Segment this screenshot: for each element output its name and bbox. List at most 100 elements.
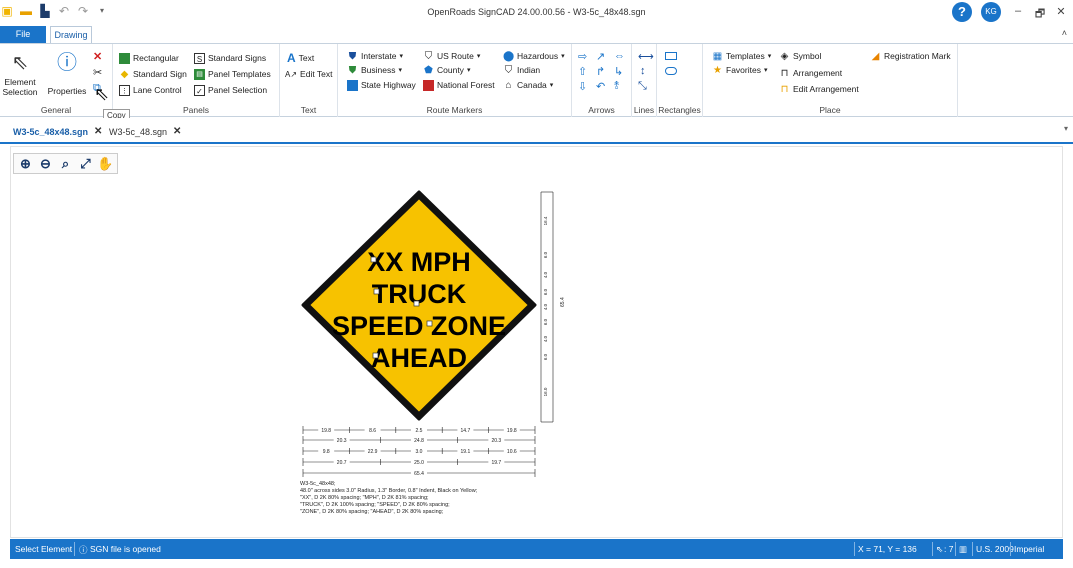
diagonal-line-icon[interactable]: ⤡ — [638, 79, 647, 93]
snap-cursor-icon[interactable]: ⇖ — [936, 544, 943, 555]
national-forest-icon — [423, 79, 434, 91]
warning-sign[interactable]: XX MPH TRUCK SPEED ZONE AHEAD — [301, 190, 537, 421]
edit-arrangement-button[interactable]: ⊓ Edit Arrangement — [779, 82, 859, 96]
standard-sign-button[interactable]: ◆ Standard Sign — [119, 67, 187, 81]
horizontal-dim-label: 25.0 — [414, 460, 424, 466]
properties-button[interactable]: ⓘ Properties — [44, 52, 90, 96]
doc-tab-second[interactable]: W3-5c_48.sgn ✕ — [109, 126, 181, 137]
arrangement-button[interactable]: ⊓ Arrangement — [779, 66, 843, 80]
ribbon-collapse-button[interactable]: ˄ — [1062, 28, 1067, 38]
arrow-down-icon[interactable]: ⇩ — [578, 79, 587, 93]
doc-tab-active[interactable]: W3-5c_48x48.sgn ✕ — [13, 126, 102, 137]
arrow-curve-right-icon[interactable]: ↱ — [596, 64, 605, 78]
hazardous-icon: ⬤ — [503, 50, 515, 62]
registration-mark-button[interactable]: ◢ Registration Mark — [870, 49, 951, 63]
us-route-shield-icon: ⛉ — [424, 50, 433, 62]
restore-button[interactable]: 🗗 — [1034, 5, 1046, 24]
standard-signs-button[interactable]: S Standard Signs — [194, 51, 266, 65]
arrow-turn-icon[interactable]: ↳ — [614, 64, 623, 78]
close-icon[interactable]: ✕ — [173, 126, 181, 137]
favorites-icon: ★ — [713, 64, 722, 76]
selection-handle[interactable] — [372, 352, 379, 359]
minimize-button[interactable]: – — [1012, 5, 1024, 17]
rectangle-icon[interactable] — [665, 49, 677, 63]
sign-notes: W3-5c_48x48; 48.0" across sides 3.0" Rad… — [300, 481, 477, 516]
horizontal-dim-label: 19.8 — [507, 428, 517, 434]
panel-selection-button[interactable]: ✓ Panel Selection — [194, 83, 267, 97]
edit-text-icon: A↗ — [285, 69, 298, 79]
sign-line-1[interactable]: XX MPH — [367, 247, 471, 277]
arrow-split-icon[interactable]: ⥉ — [614, 79, 619, 93]
group-general: ⇖ Element Selection ⓘ Properties ✕ ✂ ⧉ G… — [0, 44, 113, 117]
sheet-icon[interactable]: ▥ — [959, 544, 967, 555]
favorites-button[interactable]: ★ Favorites ▾ — [712, 63, 767, 77]
templates-label: Templates — [726, 51, 765, 61]
arrow-up-icon[interactable]: ⇧ — [578, 64, 587, 78]
canada-button[interactable]: ⌂ Canada ▾ — [503, 78, 553, 92]
sign-line-3[interactable]: SPEED ZONE — [332, 311, 506, 341]
chevron-down-icon: ▾ — [398, 67, 403, 74]
arrow-up-right-icon[interactable]: ↗ — [596, 49, 605, 63]
delete-icon[interactable]: ✕ — [93, 49, 102, 63]
element-selection-label: Element Selection — [2, 77, 38, 97]
business-button[interactable]: ⛊ Business ▾ — [347, 63, 402, 77]
rectangular-button[interactable]: Rectangular — [119, 51, 179, 65]
arrow-double-icon[interactable]: ⇔ — [614, 49, 625, 63]
state-highway-button[interactable]: State Highway — [347, 78, 416, 92]
lane-control-button[interactable]: ⋮ Lane Control — [119, 83, 182, 97]
status-separator — [1010, 542, 1011, 556]
indian-button[interactable]: ⛉ Indian — [503, 63, 540, 77]
route-markers-group-title: Route Markers — [426, 105, 483, 115]
edit-text-button[interactable]: A↗ Edit Text — [285, 67, 333, 81]
symbol-button[interactable]: ◈ Symbol — [779, 49, 822, 63]
status-prompt: Select Element — [15, 544, 73, 554]
selection-handle[interactable] — [426, 320, 433, 327]
lane-control-icon: ⋮ — [119, 84, 130, 96]
group-arrows: ⇨ ↗ ⇔ ⇧ ↱ ↳ ⇩ ↶ ⥉ Arrows — [572, 44, 632, 117]
rounded-rectangle-icon[interactable] — [665, 64, 677, 78]
close-icon[interactable]: ✕ — [94, 126, 102, 137]
standard-selector[interactable]: U.S. 2009 — [976, 544, 1014, 554]
selection-handle[interactable] — [373, 288, 380, 295]
units-selector[interactable]: Imperial — [1014, 544, 1044, 554]
horizontal-dim-label: 19.7 — [491, 460, 501, 466]
note-line: W3-5c_48x48; — [300, 481, 336, 487]
text-button[interactable]: A Text — [287, 51, 314, 65]
horizontal-dim-label: 9.8 — [323, 449, 330, 455]
horizontal-line-icon[interactable]: ⟷ — [638, 49, 654, 63]
interstate-button[interactable]: ⛊ Interstate ▾ — [347, 49, 403, 63]
vertical-dim-label: 4.0 — [543, 271, 548, 278]
selection-handle[interactable] — [413, 300, 420, 307]
arrow-uturn-icon[interactable]: ↶ — [596, 79, 605, 93]
status-separator — [74, 542, 75, 556]
user-avatar[interactable]: KG — [981, 2, 1001, 22]
help-icon[interactable]: ? — [952, 2, 972, 22]
element-selection-button[interactable]: ⇖ Element Selection — [2, 52, 38, 97]
national-forest-button[interactable]: National Forest — [423, 78, 495, 92]
tab-list-dropdown-icon[interactable]: ▾ — [1064, 124, 1068, 133]
panel-templates-button[interactable]: ▤ Panel Templates — [194, 67, 271, 81]
horizontal-dim-label: 24.8 — [414, 438, 424, 444]
county-button[interactable]: ⬟ County ▾ — [423, 63, 470, 77]
lines-group-title: Lines — [633, 105, 655, 115]
hazardous-button[interactable]: ⬤ Hazardous ▾ — [503, 49, 565, 63]
tab-drawing[interactable]: Drawing — [50, 26, 92, 43]
horizontal-dim-label: 8.6 — [369, 428, 376, 434]
sign-line-4[interactable]: AHEAD — [371, 343, 467, 373]
hazardous-label: Hazardous — [517, 51, 559, 61]
checkbox-icon: ✓ — [194, 84, 205, 96]
tab-file[interactable]: File — [0, 26, 46, 43]
horizontal-dim-label: 2.5 — [416, 428, 423, 434]
cursor-coordinates: X = 71, Y = 136 — [858, 544, 917, 554]
vertical-dim-label: 6.0 — [543, 288, 548, 295]
selection-handle[interactable] — [370, 256, 377, 263]
group-rectangles: Rectangles — [657, 44, 703, 117]
arrow-right-icon[interactable]: ⇨ — [578, 49, 587, 63]
drawing-canvas[interactable]: ⊕ ⊖ ⌕ ⤢ ✋ XX MPH TRUCK SPEED ZONE AHEAD … — [10, 146, 1063, 538]
horizontal-dim-label: 22.9 — [368, 449, 378, 455]
close-button[interactable]: ✕ — [1055, 5, 1067, 18]
templates-button[interactable]: ▦ Templates ▾ — [712, 49, 772, 63]
vertical-line-icon[interactable]: ↕ — [640, 64, 646, 78]
cut-icon[interactable]: ✂ — [93, 65, 102, 79]
us-route-button[interactable]: ⛉ US Route ▾ — [423, 49, 481, 63]
